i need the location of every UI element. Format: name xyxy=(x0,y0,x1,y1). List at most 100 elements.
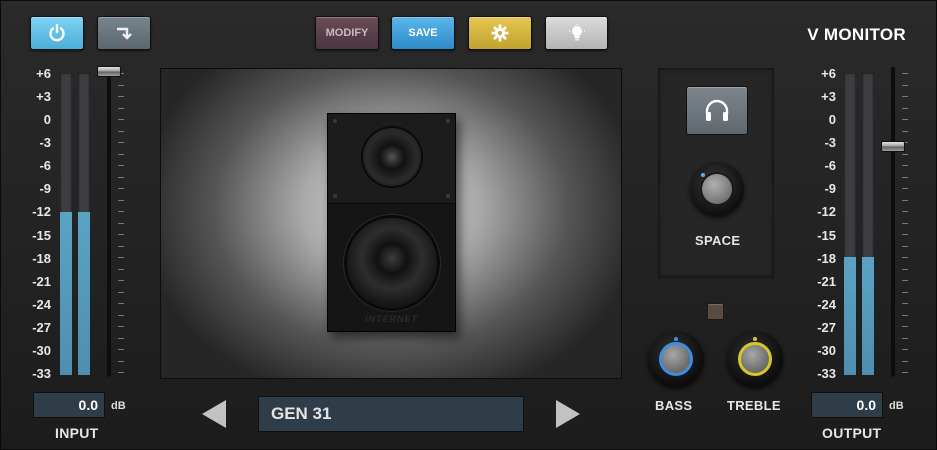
bass-knob[interactable] xyxy=(648,331,704,387)
speaker-cabinet: INTERNET xyxy=(327,113,456,332)
modify-button[interactable]: MODIFY xyxy=(315,16,379,50)
bypass-button[interactable] xyxy=(97,16,151,50)
fader-tick xyxy=(118,326,124,327)
meter-scale-label: -18 xyxy=(817,250,836,266)
input-gain-value[interactable]: 0.0 xyxy=(33,392,105,418)
fader-tick xyxy=(118,199,124,201)
fader-tick xyxy=(118,222,124,224)
prev-preset-button[interactable] xyxy=(199,398,229,430)
output-meter-right-fill xyxy=(862,257,874,375)
fader-tick xyxy=(118,360,124,362)
screw xyxy=(333,119,337,123)
settings-button[interactable] xyxy=(468,16,532,50)
meter-scale-label: 0 xyxy=(828,112,836,128)
fader-tick xyxy=(118,268,124,270)
fader-tick xyxy=(902,372,908,373)
meter-scale-label: -12 xyxy=(32,204,51,220)
fader-tick xyxy=(902,176,908,178)
fader-tick xyxy=(902,303,908,304)
meter-scale-label: -30 xyxy=(32,342,51,358)
fader-tick xyxy=(902,245,908,247)
treble-knob[interactable] xyxy=(727,331,783,387)
meter-scale-label: -21 xyxy=(817,273,836,289)
output-meter-left-fill xyxy=(844,257,856,375)
lightbulb-icon xyxy=(568,24,585,41)
space-knob-indicator xyxy=(701,173,705,177)
output-fader-track[interactable] xyxy=(891,67,895,377)
fader-tick xyxy=(902,199,908,201)
fader-tick xyxy=(902,107,908,109)
power-icon xyxy=(49,23,65,42)
output-meter-scale: +6 +3 0 -3 -6 -9 -12 -15 -18 -21 -24 -27 -30 -33 xyxy=(802,66,836,381)
input-fader-track[interactable] xyxy=(107,67,111,377)
speaker-tweeter xyxy=(363,128,421,186)
meter-scale-label: -18 xyxy=(32,250,51,266)
next-preset-button[interactable] xyxy=(553,398,583,430)
output-meter-left xyxy=(844,73,856,375)
meter-scale-label: -6 xyxy=(39,158,51,174)
input-meter-right xyxy=(78,73,90,375)
bass-knob-indicator xyxy=(674,337,678,341)
headphones-button[interactable] xyxy=(686,86,748,135)
save-button[interactable]: SAVE xyxy=(391,16,455,50)
meter-scale-label: -27 xyxy=(32,319,51,335)
light-button[interactable] xyxy=(545,16,608,50)
fader-tick xyxy=(902,73,908,74)
v-monitor-plugin-window: MODIFY SAVE V MONITOR +6 +3 0 -3 -6 -9 -… xyxy=(0,0,937,450)
output-fader-ticks xyxy=(902,73,908,375)
fader-tick xyxy=(118,107,124,109)
power-button[interactable] xyxy=(30,16,84,50)
meter-scale-label: +6 xyxy=(821,66,836,81)
fader-tick xyxy=(118,245,124,247)
fader-tick xyxy=(118,280,124,281)
fader-tick xyxy=(902,349,908,350)
meter-scale-label: -12 xyxy=(817,204,836,220)
headphones-icon xyxy=(705,99,729,121)
treble-knob-indicator xyxy=(753,337,757,341)
plugin-title: V MONITOR xyxy=(807,25,906,44)
meter-scale-label: -33 xyxy=(32,366,51,381)
fader-tick xyxy=(902,165,908,166)
fader-tick xyxy=(118,142,124,143)
meter-scale-label: -6 xyxy=(824,158,836,174)
output-gain-value[interactable]: 0.0 xyxy=(811,392,883,418)
link-toggle[interactable] xyxy=(707,303,724,320)
fader-tick xyxy=(902,280,908,281)
space-knob-cap xyxy=(702,174,732,204)
meter-scale-label: -24 xyxy=(32,296,51,312)
meter-scale-label: -33 xyxy=(817,366,836,381)
meter-scale-label: -15 xyxy=(32,227,51,243)
fader-tick xyxy=(118,176,124,178)
treble-label: TREBLE xyxy=(727,398,781,413)
fader-tick xyxy=(902,360,908,362)
meter-scale-label: -3 xyxy=(39,135,51,151)
meter-scale-label: +6 xyxy=(36,66,51,81)
output-meter-right xyxy=(862,73,874,375)
modify-label: MODIFY xyxy=(325,27,369,39)
fader-tick xyxy=(902,337,908,339)
triangle-right-icon xyxy=(556,400,580,428)
meter-scale-label: -30 xyxy=(817,342,836,358)
input-meter-scale: +6 +3 0 -3 -6 -9 -12 -15 -18 -21 -24 -27 -30 -33 xyxy=(17,66,51,381)
output-fader-handle[interactable] xyxy=(881,141,905,152)
fader-tick xyxy=(902,268,908,270)
fader-tick xyxy=(902,326,908,327)
space-label: SPACE xyxy=(695,233,741,248)
input-fader-handle[interactable] xyxy=(97,66,121,77)
gear-icon xyxy=(491,24,509,42)
fader-tick xyxy=(118,211,124,212)
fader-tick xyxy=(902,188,908,189)
meter-scale-label: -15 xyxy=(817,227,836,243)
fader-tick xyxy=(118,119,124,120)
bass-knob-ring xyxy=(659,342,693,376)
fader-tick xyxy=(902,257,908,258)
speaker-woofer xyxy=(347,218,437,308)
input-label: INPUT xyxy=(55,425,99,441)
space-knob[interactable] xyxy=(690,162,744,216)
input-meter-left xyxy=(60,73,72,375)
screw xyxy=(446,194,450,198)
fader-tick xyxy=(118,337,124,339)
preset-name[interactable]: GEN 31 xyxy=(258,396,524,432)
fader-tick xyxy=(902,153,908,155)
screw xyxy=(446,119,450,123)
